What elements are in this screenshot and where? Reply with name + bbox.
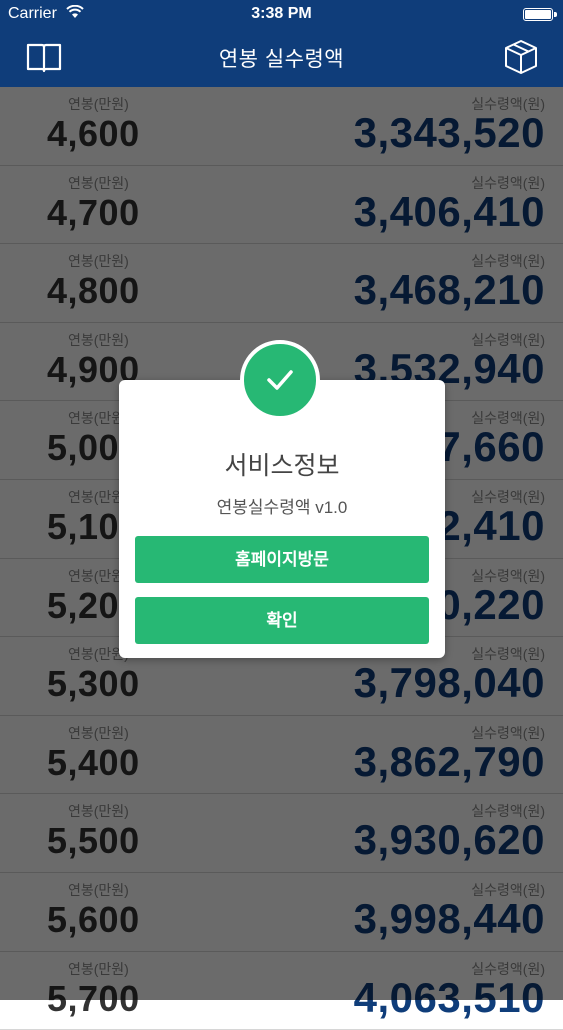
service-info-dialog: 서비스정보 연봉실수령액 v1.0 홈페이지방문 확인 xyxy=(119,340,445,658)
box-icon[interactable] xyxy=(501,37,541,77)
status-time: 3:38 PM xyxy=(251,5,312,22)
dialog-subtitle: 연봉실수령액 v1.0 xyxy=(216,498,348,517)
confirm-button[interactable]: 확인 xyxy=(135,597,429,644)
status-bar: Carrier 3:38 PM xyxy=(0,0,563,30)
dialog-title: 서비스정보 xyxy=(224,452,340,480)
check-badge xyxy=(240,340,320,420)
nav-bar: 연봉 실수령액 xyxy=(0,30,563,87)
visit-homepage-button[interactable]: 홈페이지방문 xyxy=(135,536,429,583)
battery-icon xyxy=(523,8,557,21)
check-icon xyxy=(267,370,293,390)
page-title: 연봉 실수령액 xyxy=(218,48,345,71)
